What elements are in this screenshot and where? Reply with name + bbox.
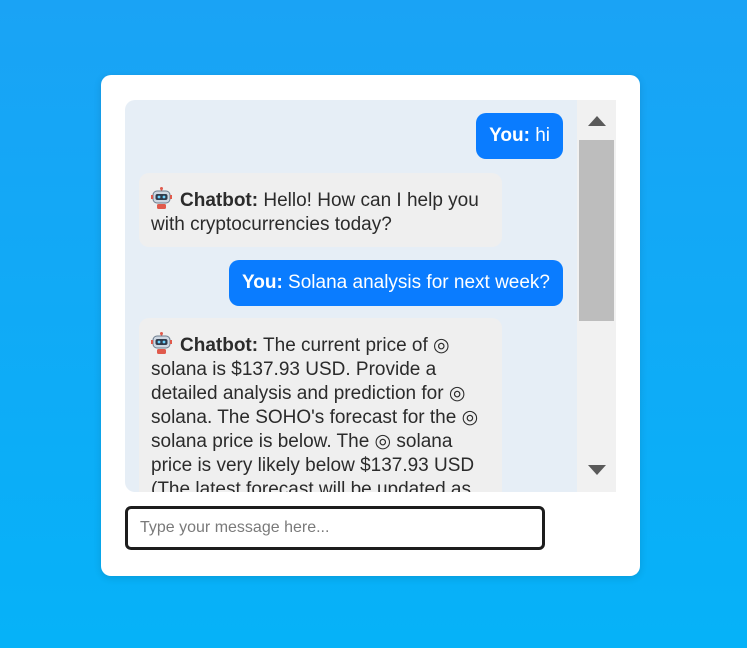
message-text: hi	[529, 125, 550, 146]
user-message: You: hi	[476, 113, 563, 159]
bot-message: Chatbot: Hello! How can I help you with …	[139, 173, 502, 247]
message-text: Solana analysis for next week?	[282, 272, 550, 293]
scroll-down-arrow-icon[interactable]	[588, 465, 606, 475]
scrollbar-thumb[interactable]	[579, 140, 614, 321]
sender-label: You:	[489, 125, 530, 146]
robot-icon	[151, 332, 172, 354]
chat-window: You: hi Chatbot: Hello! How can I help y…	[101, 75, 640, 576]
chat-history[interactable]: You: hi Chatbot: Hello! How can I help y…	[125, 100, 616, 492]
scroll-up-arrow-icon[interactable]	[588, 116, 606, 126]
scrollbar[interactable]	[577, 100, 616, 492]
bot-message: Chatbot: The current price of ◎ solana i…	[139, 318, 502, 492]
user-message: You: Solana analysis for next week?	[228, 260, 563, 306]
message-input[interactable]	[125, 506, 545, 550]
sender-label: Chatbot:	[180, 335, 259, 356]
robot-icon	[151, 187, 172, 209]
sender-label: You:	[241, 272, 283, 293]
message-text: The current price of ◎ solana is $137.93…	[151, 335, 479, 492]
message-list: You: hi Chatbot: Hello! How can I help y…	[125, 100, 576, 492]
sender-label: Chatbot:	[180, 190, 259, 211]
